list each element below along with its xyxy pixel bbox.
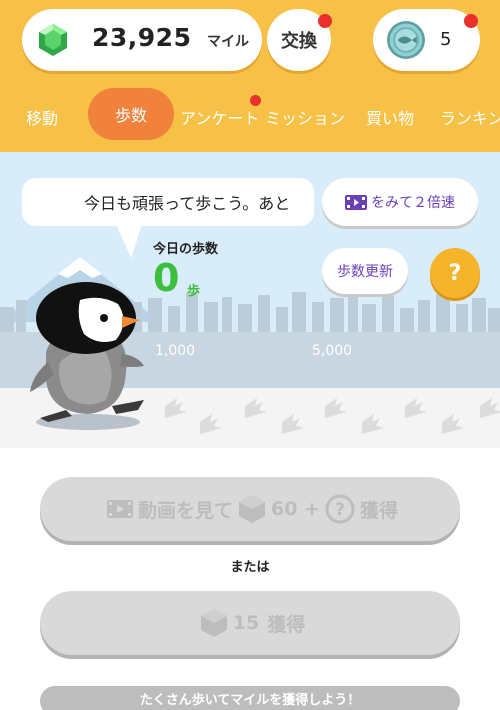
- miles-value: 23,925: [92, 23, 192, 52]
- milestone-1000: 1,000: [155, 343, 196, 359]
- tab-ranking[interactable]: ランキン: [440, 105, 500, 129]
- miles-button-suffix: 獲得: [267, 613, 306, 636]
- banner-text: たくさん歩いてマイルを獲得しよう！: [139, 693, 361, 708]
- miles-balance[interactable]: 23,925 マイル: [22, 9, 262, 71]
- mile-gem-icon: [239, 495, 265, 523]
- tab-survey[interactable]: アンケート: [180, 105, 259, 129]
- exchange-notification-badge: [318, 14, 332, 28]
- green-gem-icon: [39, 24, 67, 56]
- earn-miles-button[interactable]: 15 獲得: [40, 591, 460, 655]
- fish-coin-icon: [387, 21, 425, 59]
- milestone-5000: 5,000: [312, 343, 353, 359]
- tab-steps[interactable]: 歩数: [88, 88, 174, 140]
- video-icon: [106, 500, 133, 518]
- tab-mission[interactable]: ミッション: [265, 105, 345, 129]
- video-button-suffix: 獲得: [359, 499, 398, 522]
- tab-shopping[interactable]: 買い物: [366, 105, 414, 129]
- update-steps-label: 歩数更新: [337, 264, 393, 280]
- help-icon: ?: [448, 260, 462, 286]
- speech-bubble-text: 今日も頑張って歩こう。あと: [84, 194, 291, 213]
- update-steps-button[interactable]: 歩数更新: [322, 248, 408, 294]
- today-steps-label: 今日の歩数: [153, 242, 219, 257]
- miles-unit: マイル: [207, 34, 249, 50]
- help-button[interactable]: ?: [430, 248, 480, 298]
- video-button-amount: 60 +: [271, 498, 320, 520]
- survey-notification-badge: [250, 95, 261, 106]
- miles-button-amount: 15: [232, 612, 260, 634]
- today-steps-value: 0: [153, 256, 180, 300]
- or-separator: または: [230, 560, 270, 575]
- svg-text:?: ?: [335, 500, 345, 520]
- watch-video-double-speed-button[interactable]: をみて２倍速: [322, 178, 478, 226]
- penguin-character: [30, 282, 144, 430]
- tab-bar: 移動 歩数 アンケート ミッション 買い物 ランキン: [0, 88, 500, 142]
- header-bar: 23,925 マイル 交換 5 移動 歩数 アンケート ミッション 買い物 ラン…: [0, 0, 500, 152]
- watch-video-earn-button[interactable]: 動画を見て 60 + ? 獲得: [40, 477, 460, 541]
- exchange-label: 交換: [281, 31, 317, 52]
- mile-gem-icon: [200, 609, 227, 637]
- mystery-bonus-icon: ?: [325, 494, 355, 524]
- info-banner: たくさん歩いてマイルを獲得しよう！: [40, 686, 460, 710]
- steps-unit: 歩: [187, 284, 201, 299]
- tab-move[interactable]: 移動: [26, 105, 58, 129]
- coin-value: 5: [440, 29, 452, 50]
- double-speed-label: をみて２倍速: [371, 195, 455, 211]
- video-icon: [345, 194, 367, 210]
- coin-notification-badge: [464, 14, 478, 28]
- video-button-text: 動画を見て: [137, 499, 233, 522]
- tab-steps-label: 歩数: [114, 106, 147, 125]
